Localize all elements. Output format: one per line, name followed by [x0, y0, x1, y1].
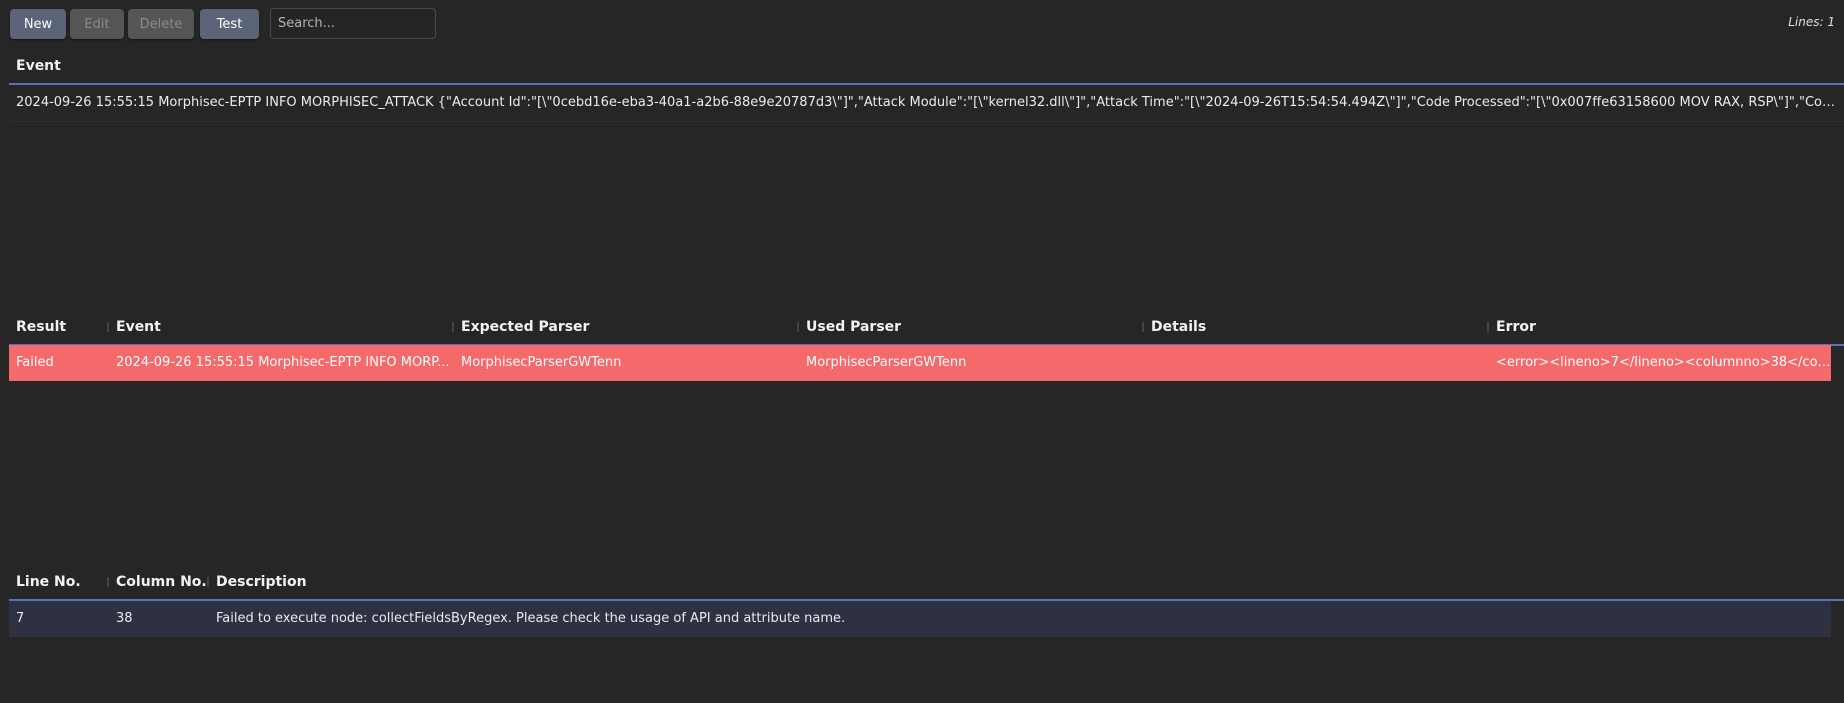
error-description: Failed to execute node: collectFieldsByR… — [216, 611, 846, 626]
edit-button[interactable]: Edit — [70, 9, 124, 39]
toolbar: New Edit Delete Test Lines: 1 — [0, 0, 1844, 48]
new-button[interactable]: New — [10, 9, 66, 39]
column-header-line-no[interactable]: Line No. — [9, 565, 109, 599]
result-event: 2024-09-26 15:55:15 Morphisec-EPTP INFO … — [116, 355, 450, 370]
column-header-details-label: Details — [1151, 319, 1207, 335]
test-button[interactable]: Test — [200, 9, 259, 39]
column-header-used-parser[interactable]: Used Parser — [799, 310, 1144, 344]
column-header-column-no[interactable]: Column No. — [109, 565, 209, 599]
result-error: <error><lineno>7</lineno><columnno>38</c… — [1496, 355, 1831, 370]
result-row[interactable]: Failed 2024-09-26 15:55:15 Morphisec-EPT… — [9, 345, 1831, 381]
column-header-event-label: Event — [116, 319, 161, 335]
column-header-used-parser-label: Used Parser — [806, 319, 902, 335]
results-table-header: Result Event Expected Parser Used Parser… — [9, 310, 1844, 346]
result-expected-parser: MorphisecParserGWTenn — [461, 355, 622, 370]
column-header-error[interactable]: Error — [1489, 310, 1834, 344]
column-header-line-no-label: Line No. — [16, 574, 81, 590]
search-input[interactable] — [270, 8, 436, 39]
error-line-no: 7 — [16, 611, 25, 626]
errors-table-header: Line No. Column No. Description — [9, 565, 1844, 601]
column-header-description-label: Description — [216, 574, 307, 590]
delete-button[interactable]: Delete — [128, 9, 194, 39]
column-header-details[interactable]: Details — [1144, 310, 1489, 344]
column-header-event[interactable]: Event — [109, 310, 454, 344]
result-status: Failed — [16, 355, 54, 370]
event-text: 2024-09-26 15:55:15 Morphisec-EPTP INFO … — [16, 95, 1835, 110]
lines-count: Lines: 1 — [1788, 15, 1835, 29]
result-details — [1144, 345, 1489, 381]
error-column-no: 38 — [116, 611, 133, 626]
column-header-error-label: Error — [1496, 319, 1536, 335]
column-header-column-no-label: Column No. — [116, 574, 207, 590]
column-header-description[interactable]: Description — [209, 565, 1809, 599]
result-used-parser: MorphisecParserGWTenn — [806, 355, 967, 370]
error-row[interactable]: 7 38 Failed to execute node: collectFiel… — [9, 601, 1831, 637]
column-header-event[interactable]: Event — [9, 49, 1844, 83]
column-header-result-label: Result — [16, 319, 67, 335]
column-header-expected-parser-label: Expected Parser — [461, 319, 590, 335]
column-header-result[interactable]: Result — [9, 310, 109, 344]
event-row[interactable]: 2024-09-26 15:55:15 Morphisec-EPTP INFO … — [9, 85, 1844, 122]
column-header-expected-parser[interactable]: Expected Parser — [454, 310, 799, 344]
events-table-header: Event — [9, 49, 1844, 85]
